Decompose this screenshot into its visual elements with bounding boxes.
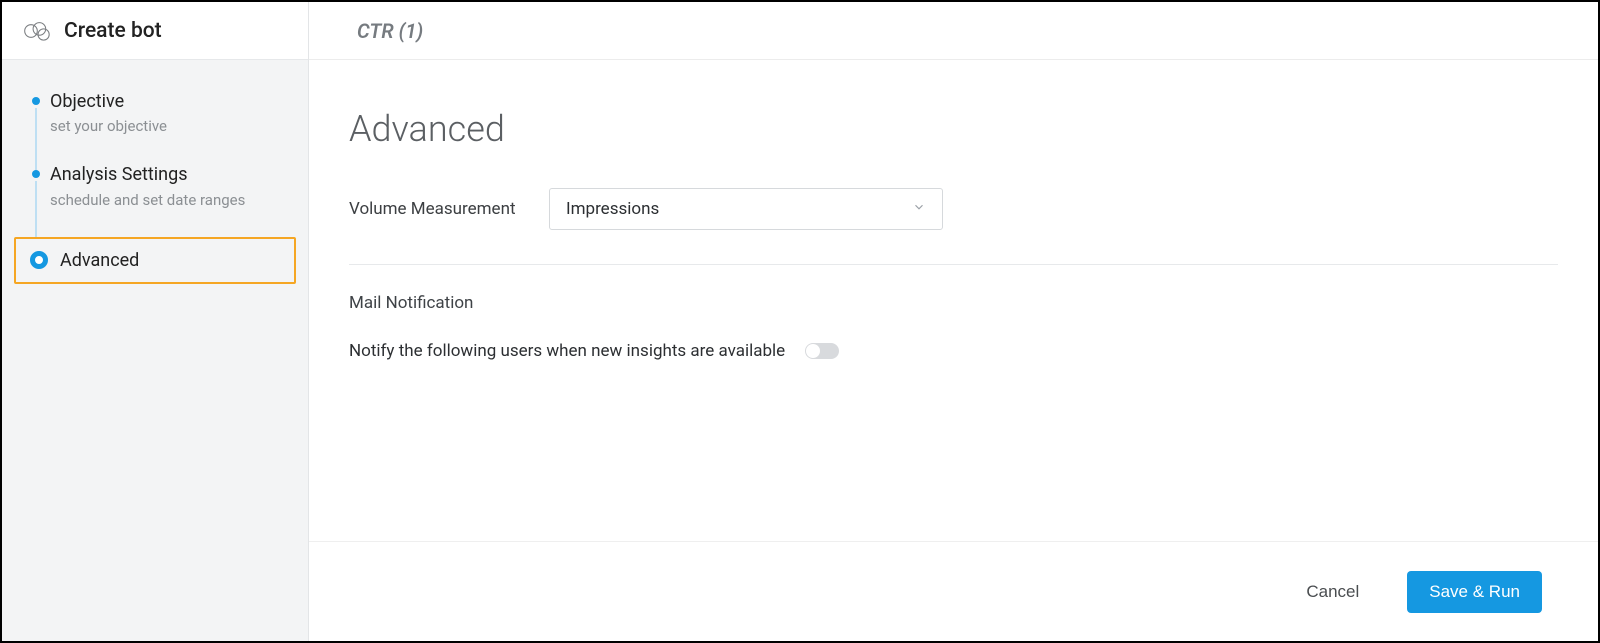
step-title: Advanced: [60, 249, 284, 272]
step-advanced[interactable]: Advanced: [14, 237, 296, 284]
step-title: Objective: [50, 90, 286, 113]
chevron-down-icon: [912, 199, 926, 219]
step-subtitle: schedule and set date ranges: [50, 191, 286, 209]
step-bullet-icon: [32, 97, 40, 105]
main-header: CTR (1): [309, 2, 1598, 60]
step-bullet-icon: [32, 170, 40, 178]
divider: [349, 264, 1558, 265]
content: Advanced Volume Measurement Impressions …: [309, 60, 1598, 541]
footer: Cancel Save & Run: [309, 541, 1598, 641]
mail-notification-row: Notify the following users when new insi…: [349, 341, 1558, 361]
volume-measurement-label: Volume Measurement: [349, 199, 549, 219]
sidebar: Create bot Objective set your objective …: [2, 2, 309, 641]
mail-notification-heading: Mail Notification: [349, 293, 1558, 313]
wizard-steps: Objective set your objective Analysis Se…: [2, 60, 308, 284]
save-run-button[interactable]: Save & Run: [1407, 571, 1542, 613]
volume-measurement-value: Impressions: [566, 199, 659, 219]
step-objective[interactable]: Objective set your objective: [14, 90, 296, 163]
cancel-button[interactable]: Cancel: [1284, 571, 1381, 613]
toggle-knob: [806, 344, 820, 358]
mail-notification-toggle[interactable]: [805, 343, 839, 359]
sidebar-header: Create bot: [2, 2, 308, 60]
step-analysis-settings[interactable]: Analysis Settings schedule and set date …: [14, 163, 296, 236]
step-subtitle: set your objective: [50, 117, 286, 135]
main-panel: CTR (1) Advanced Volume Measurement Impr…: [309, 2, 1598, 641]
sidebar-title: Create bot: [64, 19, 162, 43]
volume-measurement-select[interactable]: Impressions: [549, 188, 943, 230]
mail-notification-text: Notify the following users when new insi…: [349, 341, 785, 361]
page-heading: Advanced: [349, 108, 1558, 150]
brain-icon: [24, 17, 52, 45]
step-bullet-active-icon: [30, 251, 48, 269]
bot-name: CTR (1): [357, 19, 423, 43]
app-window: Create bot Objective set your objective …: [0, 0, 1600, 643]
volume-measurement-row: Volume Measurement Impressions: [349, 188, 1558, 230]
step-title: Analysis Settings: [50, 163, 286, 186]
